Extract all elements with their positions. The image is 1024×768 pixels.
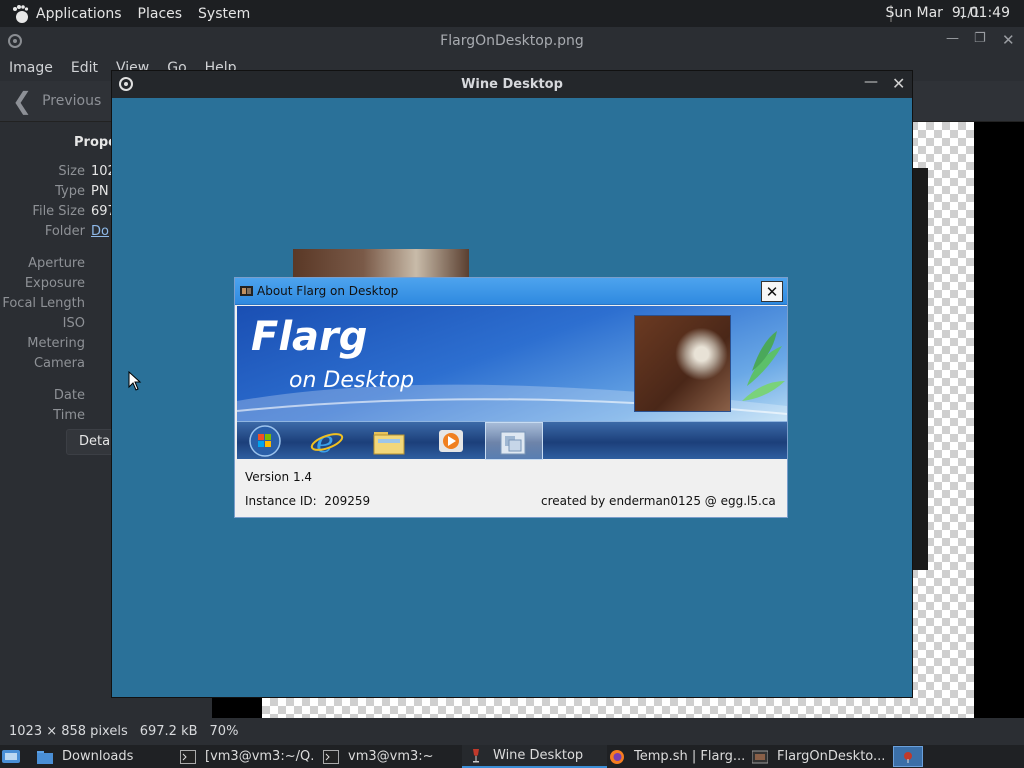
media-player-icon[interactable] [433, 425, 469, 457]
instance-id-label: Instance ID: 209259 [245, 494, 371, 508]
image-file-size: 697.2 kB [139, 724, 198, 739]
zoom-level: 70% [209, 724, 239, 739]
image-dimensions: 1023 × 858 pixels [9, 724, 128, 739]
mouse-cursor-icon [128, 371, 142, 391]
task-terminal-2[interactable]: vm3@vm3:~ [323, 745, 453, 768]
tray-wine-app[interactable] [893, 746, 923, 767]
menu-image[interactable]: Image [9, 60, 53, 76]
about-dialog: About Flarg on Desktop ✕ Flarg on Deskto… [234, 277, 788, 518]
wine-app-tray-icon [904, 752, 912, 763]
banner-title: Flarg [251, 314, 368, 360]
exif-key-camera: Camera [33, 356, 85, 371]
canvas-image-edge [912, 168, 928, 570]
menu-places[interactable]: Places [138, 6, 183, 22]
svg-text:e: e [316, 425, 334, 457]
minimize-icon[interactable]: — [864, 74, 878, 90]
internet-explorer-icon[interactable]: e [309, 425, 345, 457]
wine-glass-icon [473, 748, 479, 762]
folder-icon [37, 750, 53, 764]
time-key: Time [53, 408, 85, 423]
page-counter: 1/1 [959, 6, 980, 21]
terminal-icon [323, 749, 339, 764]
chevron-left-icon: ❮ [12, 87, 33, 115]
exif-key-iso: ISO [62, 316, 85, 331]
show-desktop-icon[interactable] [2, 748, 20, 764]
exif-key-focal-length: Focal Length [2, 296, 85, 311]
app-icon [240, 286, 253, 296]
task-label: vm3@vm3:~ [348, 749, 434, 764]
top-panel: Applications Places System [0, 0, 1024, 27]
background-photo [293, 249, 469, 279]
date-key: Date [53, 388, 85, 403]
clock[interactable]: Sun Mar 9, 01:49 [885, 5, 1010, 21]
prop-key-file-size: File Size [32, 204, 85, 219]
credits-label: created by enderman0125 @ egg.l5.ca [541, 494, 776, 508]
windows-start-icon[interactable] [247, 425, 283, 457]
version-label: Version 1.4 [245, 470, 313, 484]
task-label: Downloads [62, 749, 134, 764]
app-window-icon[interactable] [495, 426, 531, 458]
exif-key-metering: Metering [27, 336, 85, 351]
bottom-taskbar: Downloads [vm3@vm3:~/Q... vm3@vm3:~ Wine… [0, 745, 1024, 768]
close-button[interactable]: ✕ [761, 281, 783, 302]
banner-subtitle: on Desktop [289, 368, 415, 393]
exif-key-exposure: Exposure [24, 276, 85, 291]
gnome-foot-icon[interactable] [10, 4, 30, 24]
quick-launch-strip: e [237, 421, 787, 460]
about-banner: Flarg on Desktop [237, 306, 787, 421]
terminal-icon [180, 749, 196, 764]
task-label: FlargOnDeskto... [777, 749, 886, 764]
flarg-photo [634, 315, 731, 412]
viewer-titlebar: FlargOnDesktop.png — ❐ ✕ [0, 27, 1024, 55]
viewer-statusbar: 1023 × 858 pixels 697.2 kB 70% [0, 718, 1024, 745]
close-icon[interactable]: ✕ [892, 74, 905, 93]
folder-link[interactable]: Do [91, 224, 109, 239]
image-viewer-icon [752, 750, 768, 763]
leaf-decoration [742, 331, 785, 401]
viewer-window-title: FlargOnDesktop.png [440, 33, 584, 49]
task-firefox[interactable]: Temp.sh | Flarg... [609, 745, 749, 768]
task-label: Wine Desktop [493, 748, 584, 763]
about-title: About Flarg on Desktop [257, 284, 399, 298]
task-label: Temp.sh | Flarg... [634, 749, 746, 764]
about-titlebar: About Flarg on Desktop ✕ [235, 278, 787, 305]
task-image-viewer[interactable]: FlargOnDeskto... [752, 745, 887, 768]
task-downloads[interactable]: Downloads [37, 745, 167, 768]
exif-key-aperture: Aperture [28, 256, 85, 271]
wine-window-title: Wine Desktop [461, 77, 563, 92]
menu-applications[interactable]: Applications [36, 6, 122, 22]
menu-edit[interactable]: Edit [71, 60, 98, 76]
close-icon: ✕ [765, 282, 779, 301]
firefox-icon [610, 749, 624, 764]
task-wine-desktop[interactable]: Wine Desktop [462, 745, 607, 768]
wine-titlebar: Wine Desktop — ✕ [112, 71, 912, 98]
prop-key-size: Size [58, 164, 85, 179]
menu-system[interactable]: System [198, 6, 250, 22]
minimize-icon[interactable]: — [946, 31, 959, 46]
folder-icon[interactable] [371, 425, 407, 457]
prop-key-folder: Folder [44, 224, 85, 239]
task-terminal-1[interactable]: [vm3@vm3:~/Q... [180, 745, 315, 768]
close-icon[interactable]: ✕ [1002, 31, 1015, 49]
prop-value-type: PN [91, 184, 109, 199]
maximize-icon[interactable]: ❐ [974, 31, 986, 46]
prop-key-type: Type [55, 184, 85, 199]
task-label: [vm3@vm3:~/Q... [205, 749, 315, 764]
previous-button[interactable]: ❮ Previous [12, 89, 101, 113]
previous-label: Previous [42, 93, 102, 109]
